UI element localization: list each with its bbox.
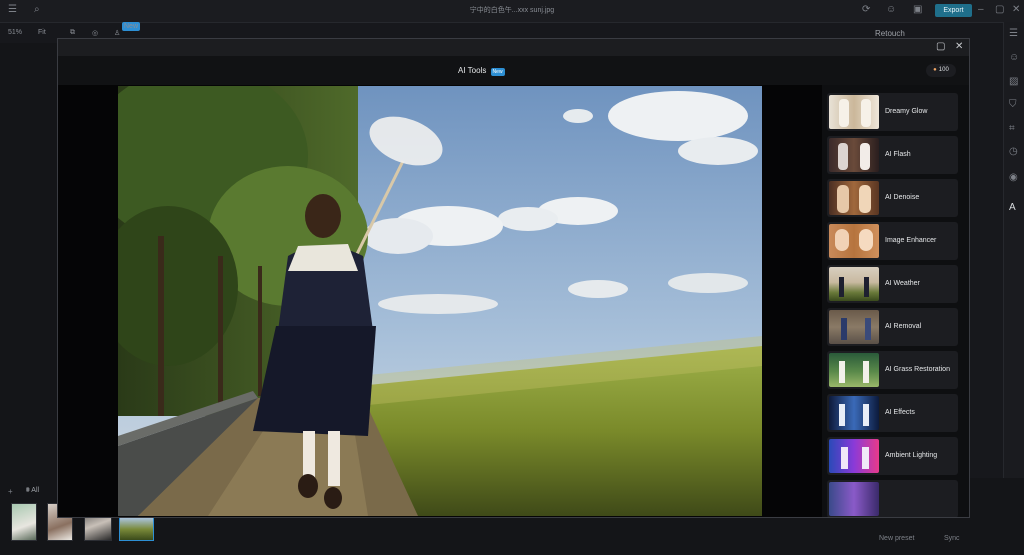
ai-icon[interactable]: A bbox=[1009, 202, 1016, 213]
zoom-select[interactable]: 51% bbox=[8, 29, 22, 36]
face-icon[interactable]: ☺ bbox=[1009, 52, 1019, 63]
clock-icon[interactable]: ◷ bbox=[1009, 146, 1018, 157]
retouch-label: Retouch bbox=[875, 29, 905, 38]
tool-dreamy-glow[interactable]: Dreamy Glow bbox=[827, 93, 958, 131]
fit-button[interactable]: Fit bbox=[38, 29, 46, 36]
dreamy-glow-thumb bbox=[829, 95, 879, 129]
tool-label: AI Effects bbox=[885, 409, 915, 416]
layout-icon[interactable]: ▣ bbox=[913, 4, 922, 15]
tool-ai-flash[interactable]: AI Flash bbox=[827, 136, 958, 174]
mask-icon[interactable]: ◎ bbox=[92, 29, 98, 37]
tool-label: Ambient Lighting bbox=[885, 452, 938, 459]
ai-effects-thumb bbox=[829, 396, 879, 430]
credit-coin-icon: ● bbox=[933, 67, 937, 73]
file-title: 宁中的白色午...xxx sunj.jpg bbox=[469, 7, 555, 14]
credits-count: 100 bbox=[938, 67, 949, 73]
image-icon[interactable]: ▨ bbox=[1009, 76, 1018, 87]
person-tool-icon[interactable]: ♙ bbox=[114, 29, 120, 37]
ai-grass-restoration-thumb bbox=[829, 353, 879, 387]
maximize-icon[interactable]: ▢ bbox=[995, 4, 1004, 15]
tool-ai-denoise[interactable]: AI Denoise bbox=[827, 179, 958, 217]
tool-more[interactable] bbox=[827, 480, 958, 517]
camera-icon[interactable]: ◉ bbox=[1009, 172, 1018, 183]
history-icon[interactable]: ⟳ bbox=[862, 4, 870, 15]
preview-photo[interactable] bbox=[118, 86, 762, 516]
tool-ai-weather[interactable]: AI Weather bbox=[827, 265, 958, 303]
adjust-icon[interactable]: ☰ bbox=[1009, 28, 1018, 39]
tool-ambient-lighting[interactable]: Ambient Lighting bbox=[827, 437, 958, 475]
ambient-lighting-thumb bbox=[829, 439, 879, 473]
ai-tools-list: Dreamy Glow AI Flash AI Denoise Image En… bbox=[822, 85, 969, 517]
close-window-icon[interactable]: ✕ bbox=[1012, 4, 1020, 15]
tool-label: AI Weather bbox=[885, 280, 920, 287]
new-badge: New bbox=[122, 22, 141, 31]
shield-icon[interactable]: ⛉ bbox=[1009, 99, 1017, 110]
filter-button[interactable]: ⩩ All bbox=[26, 487, 39, 495]
ai-tools-dialog: ▢ ✕ AI Tools New ● 100 Dreamy Glow AI Fl… bbox=[57, 38, 970, 518]
tool-label: AI Grass Restoration bbox=[885, 366, 950, 373]
tool-ai-removal[interactable]: AI Removal bbox=[827, 308, 958, 346]
ai-flash-thumb bbox=[829, 138, 879, 172]
image-stage bbox=[58, 85, 822, 517]
account-icon[interactable]: ☺ bbox=[886, 4, 896, 15]
ai-weather-thumb bbox=[829, 267, 879, 301]
minimize-icon[interactable]: – bbox=[978, 4, 984, 15]
app-titlebar: ☰ ⌕ 宁中的白色午...xxx sunj.jpg ⟳ ☺ ▣ Export –… bbox=[0, 0, 1024, 23]
tool-label: Image Enhancer bbox=[885, 237, 937, 244]
dialog-title: AI Tools New bbox=[458, 66, 505, 76]
credits-badge[interactable]: ● 100 bbox=[926, 64, 956, 77]
image-enhancer-thumb bbox=[829, 224, 879, 258]
filter-label: All bbox=[31, 487, 40, 494]
filmstrip-thumb[interactable] bbox=[11, 503, 37, 541]
new-preset-button[interactable]: New preset bbox=[879, 535, 914, 542]
ai-removal-thumb bbox=[829, 310, 879, 344]
tool-label: AI Removal bbox=[885, 323, 922, 330]
tool-ai-effects[interactable]: AI Effects bbox=[827, 394, 958, 432]
dialog-title-text: AI Tools bbox=[458, 66, 487, 75]
tool-ai-grass-restoration[interactable]: AI Grass Restoration bbox=[827, 351, 958, 389]
export-button[interactable]: Export bbox=[935, 4, 972, 17]
right-toolbar: ☰ ☺ ▨ ⛉ ⌗ ◷ ◉ A ? bbox=[1003, 22, 1024, 555]
tool-label: Dreamy Glow bbox=[885, 108, 928, 115]
add-icon[interactable]: + bbox=[8, 487, 13, 496]
new-badge: New bbox=[490, 68, 505, 76]
adjust-panel bbox=[968, 43, 1003, 513]
crop-rail-icon[interactable]: ⌗ bbox=[1009, 123, 1015, 134]
dialog-header: AI Tools New ● 100 bbox=[58, 56, 969, 86]
tool-label: AI Denoise bbox=[885, 194, 920, 201]
tool-label: AI Flash bbox=[885, 151, 911, 158]
ai-denoise-thumb bbox=[829, 181, 879, 215]
dialog-titlebar: ▢ ✕ bbox=[58, 39, 969, 56]
crop-icon[interactable]: ⧉ bbox=[70, 29, 75, 37]
tool-image-enhancer[interactable]: Image Enhancer bbox=[827, 222, 958, 260]
close-icon[interactable]: ✕ bbox=[955, 41, 963, 53]
sync-button[interactable]: Sync bbox=[944, 535, 960, 542]
more-tool-thumb bbox=[829, 482, 879, 516]
maximize-icon[interactable]: ▢ bbox=[936, 41, 945, 53]
